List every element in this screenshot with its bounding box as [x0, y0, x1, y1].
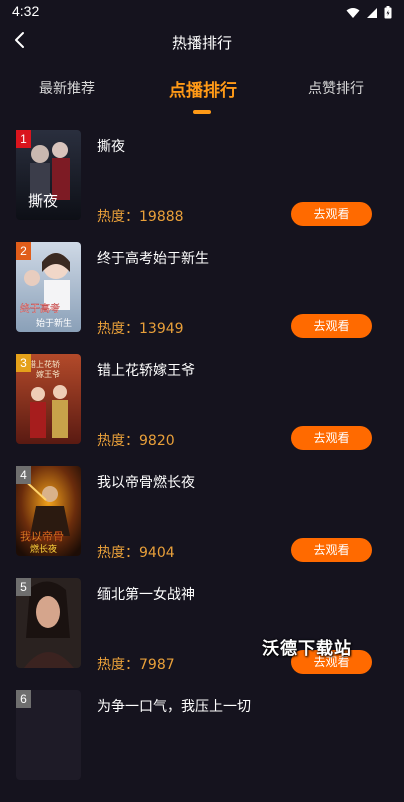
watch-button[interactable]: 去观看 [291, 426, 372, 450]
item-title[interactable]: 终于高考始于新生 [97, 248, 209, 268]
tab-on-demand-ranking[interactable]: 点播排行 [169, 76, 237, 101]
heat-value: 热度：9820 [97, 433, 175, 449]
watch-button[interactable]: 去观看 [291, 538, 372, 562]
svg-text:终于高考: 终于高考 [20, 302, 60, 315]
rank-badge: 6 [16, 690, 31, 708]
heat-value: 热度：13949 [97, 321, 184, 337]
rank-badge: 4 [16, 466, 31, 484]
rank-badge: 3 [16, 354, 31, 372]
wifi-icon [346, 4, 360, 23]
battery-icon [384, 4, 392, 23]
svg-text:始于新生: 始于新生 [36, 317, 72, 329]
status-icons [346, 4, 392, 23]
rank-badge: 2 [16, 242, 31, 260]
tab-bar: 最新推荐 点播排行 点赞排行 [0, 70, 404, 116]
active-tab-indicator [193, 110, 211, 114]
svg-text:燃长夜: 燃长夜 [30, 543, 57, 555]
list-item[interactable]: 错上花轿 嫁王爷 3 错上花轿嫁王爷 热度：9820 去观看 [0, 354, 404, 466]
signal-icon [366, 4, 378, 23]
tab-likes-ranking[interactable]: 点赞排行 [308, 78, 364, 98]
status-time: 4:32 [12, 3, 40, 19]
item-title[interactable]: 我以帝骨燃长夜 [97, 472, 195, 492]
svg-text:错上花轿: 错上花轿 [28, 359, 60, 369]
rank-badge: 5 [16, 578, 31, 596]
list-item[interactable]: 撕夜 1 撕夜 热度：19888 去观看 [0, 130, 404, 242]
rank-badge: 1 [16, 130, 31, 148]
item-title[interactable]: 为争一口气，我压上一切 [97, 696, 251, 716]
top-bar: 热播排行 [0, 24, 404, 60]
list-item[interactable]: 终于高考 始于新生 2 终于高考始于新生 热度：13949 去观看 [0, 242, 404, 354]
svg-text:撕夜: 撕夜 [28, 192, 58, 210]
tab-latest[interactable]: 最新推荐 [39, 78, 95, 98]
heat-value: 热度：19888 [97, 209, 184, 225]
svg-text:嫁王爷: 嫁王爷 [36, 369, 60, 379]
list-item[interactable]: 6 为争一口气，我压上一切 [0, 690, 404, 802]
heat-value: 热度：9404 [97, 545, 175, 561]
item-title[interactable]: 撕夜 [97, 136, 125, 156]
item-title[interactable]: 缅北第一女战神 [97, 584, 195, 604]
page-title: 热播排行 [171, 34, 232, 52]
status-bar: 4:32 [0, 0, 404, 24]
item-title[interactable]: 错上花轿嫁王爷 [97, 360, 195, 380]
heat-value: 热度：7987 [97, 657, 175, 673]
svg-text:我以帝骨: 我以帝骨 [20, 529, 64, 543]
watch-button[interactable]: 去观看 [291, 314, 372, 338]
watermark-text: 沃德下载站 [262, 639, 352, 659]
watch-button[interactable]: 去观看 [291, 202, 372, 226]
list-item[interactable]: 我以帝骨 燃长夜 4 我以帝骨燃长夜 热度：9404 去观看 [0, 466, 404, 578]
